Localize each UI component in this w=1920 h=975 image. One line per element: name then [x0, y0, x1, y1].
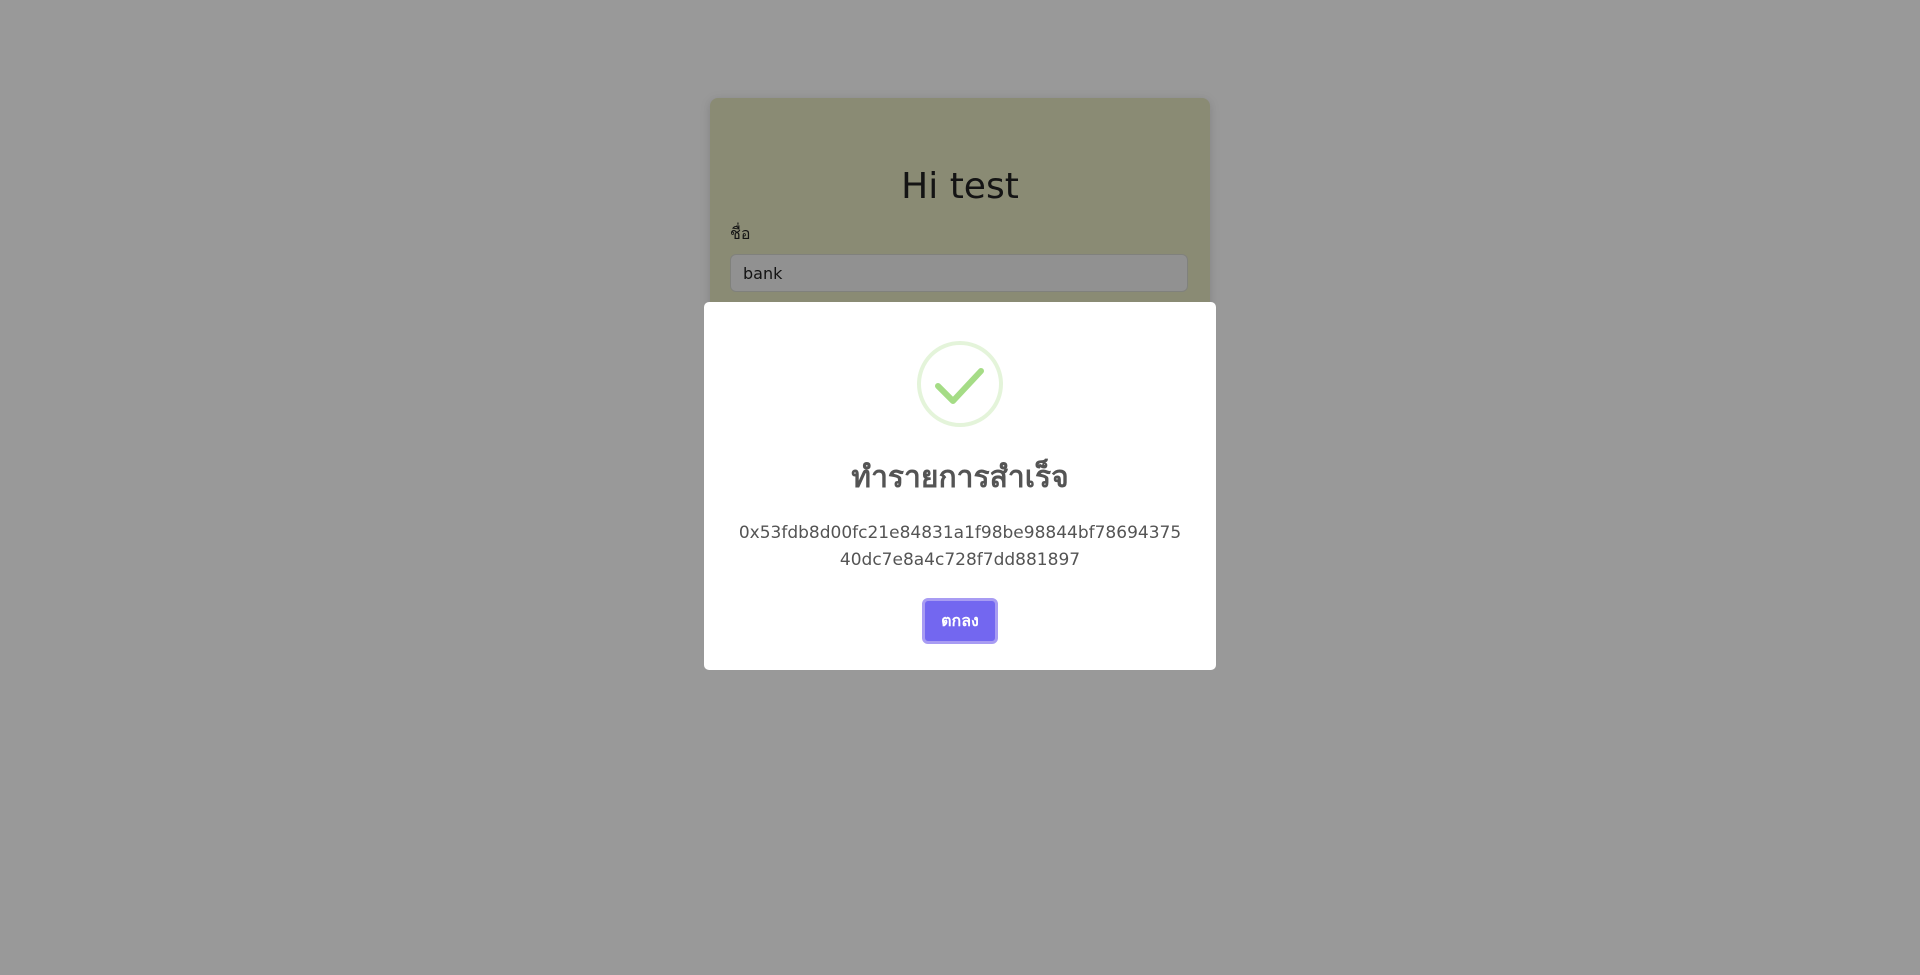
- transaction-hash-text: 0x53fdb8d00fc21e84831a1f98be98844bf78694…: [738, 523, 1182, 570]
- success-dialog: ทำรายการสำเร็จ 0x53fdb8d00fc21e84831a1f9…: [704, 302, 1216, 670]
- success-check-icon: [917, 341, 1003, 427]
- confirm-button[interactable]: ตกลง: [922, 598, 998, 644]
- dialog-title: ทำรายการสำเร็จ: [851, 460, 1069, 495]
